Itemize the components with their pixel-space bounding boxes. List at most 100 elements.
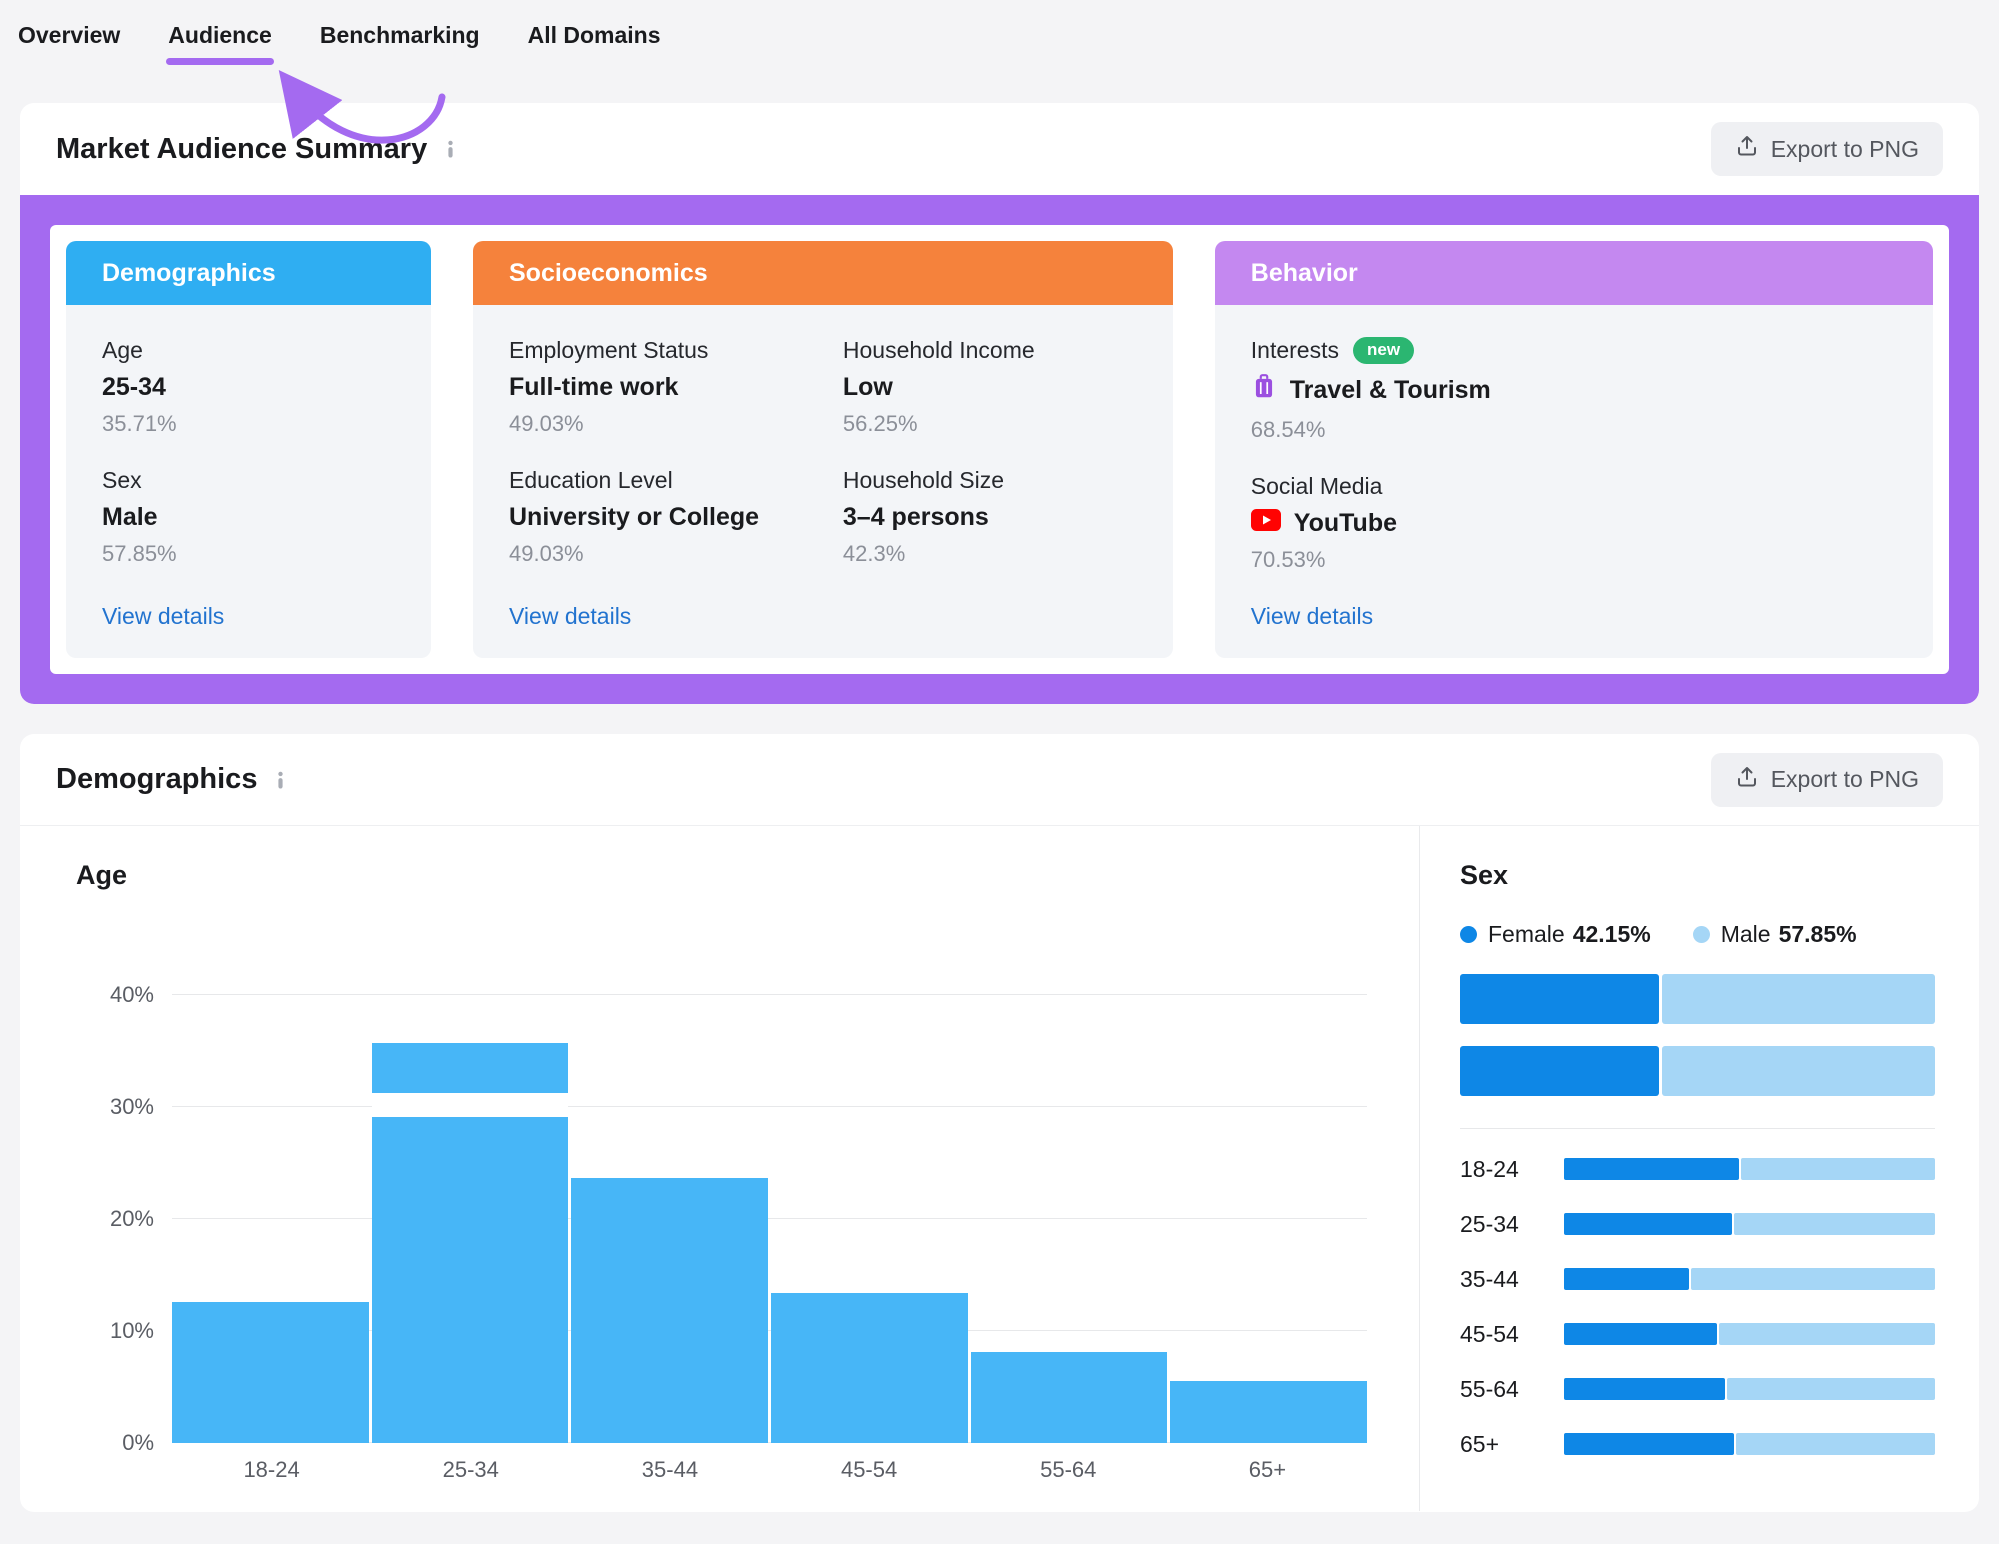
female-segment (1564, 1268, 1690, 1290)
tab-all-domains[interactable]: All Domains (528, 22, 661, 49)
y-axis-label: 40% (109, 982, 154, 1007)
stat-value: Male (102, 503, 158, 531)
age-bar-55-64[interactable] (970, 1352, 1168, 1443)
summary-purple-frame: Demographics Age 25-34 35.71% Sex Male 5… (20, 195, 1979, 704)
sex-row-bar[interactable] (1564, 1158, 1935, 1180)
sex-row-45-54: 45-54 (1460, 1320, 1935, 1347)
sex-row-label: 18-24 (1460, 1155, 1519, 1182)
x-axis-label: 25-34 (442, 1457, 499, 1482)
stat-percent: 35.71% (102, 411, 177, 436)
bar-column (1170, 923, 1368, 1443)
stat-value: University or College (509, 503, 760, 531)
socioeconomics-subcard-body: Employment Status Full-time work 49.03% … (473, 305, 1173, 658)
legend-female[interactable]: Female 42.15% (1460, 921, 1651, 948)
female-segment (1564, 1213, 1732, 1235)
stat-interests: Interests new Travel & Tourism 68.54% (1251, 337, 1897, 443)
x-axis-label: 18-24 (243, 1457, 300, 1482)
male-segment (1733, 1213, 1935, 1235)
stat-label: Age (102, 337, 143, 363)
age-bar-35-44[interactable] (571, 1177, 769, 1443)
market-audience-summary-card: Market Audience Summary Export to PNG De… (20, 103, 1979, 704)
stat-value: 25-34 (102, 373, 166, 401)
socioeconomics-subcard-header: Socioeconomics (473, 241, 1173, 305)
bar-column (771, 923, 968, 1443)
luggage-icon (1251, 373, 1277, 408)
sex-row-bar[interactable] (1564, 1433, 1935, 1455)
stat-label: Employment Status (509, 337, 709, 363)
legend-dot (1692, 926, 1710, 943)
female-segment (1564, 1378, 1725, 1400)
stat-label: Social Media (1250, 473, 1383, 499)
tab-label: Audience (168, 22, 272, 48)
sex-section: Sex Female 42.15% Male 57.85% 18-24 25-34 35-… (1419, 826, 1979, 1511)
bar-column (172, 923, 369, 1443)
bar-split-gap (371, 1093, 569, 1118)
stat-label: Education Level (509, 467, 673, 493)
sex-row-bar[interactable] (1564, 1213, 1935, 1235)
stat-household-income: Household Income Low 56.25% (843, 337, 1137, 437)
sex-row-bar[interactable] (1564, 1268, 1935, 1290)
age-bar-65+[interactable] (1170, 1381, 1368, 1443)
sex-row-65+: 65+ (1460, 1430, 1935, 1457)
sex-row-55-64: 55-64 (1460, 1376, 1935, 1402)
sex-overall-bar[interactable] (1460, 1046, 1935, 1096)
subcard-title: Socioeconomics (509, 258, 708, 287)
demographics-subcard-body: Age 25-34 35.71% Sex Male 57.85% View de… (66, 305, 431, 658)
sex-row-label: 65+ (1460, 1430, 1500, 1457)
age-chart-ylabels: 0% 10% 20% 30% 40% (76, 923, 154, 1455)
sex-row-label: 35-44 (1460, 1265, 1519, 1292)
tab-benchmarking[interactable]: Benchmarking (320, 22, 480, 49)
view-details-link[interactable]: View details (509, 603, 1137, 630)
tab-label: Overview (18, 22, 121, 48)
info-icon[interactable] (271, 770, 290, 790)
sex-row-bar[interactable] (1564, 1378, 1935, 1400)
view-details-link[interactable]: View details (1251, 603, 1897, 630)
subcard-title: Demographics (102, 258, 276, 287)
legend-male[interactable]: Male 57.85% (1692, 921, 1857, 948)
age-bar-25-34[interactable] (371, 1043, 569, 1443)
youtube-icon (1250, 509, 1281, 538)
info-icon[interactable] (441, 139, 460, 159)
stat-household-size: Household Size 3–4 persons 42.3% (843, 467, 1137, 567)
stat-label: Sex (102, 467, 142, 493)
sex-overall-bar[interactable] (1460, 974, 1935, 1024)
export-png-button[interactable]: Export to PNG (1710, 122, 1943, 176)
x-axis-label: 55-64 (1040, 1457, 1097, 1482)
sex-row-label: 45-54 (1460, 1320, 1519, 1347)
x-axis-label: 35-44 (641, 1457, 699, 1482)
sex-legend: Female 42.15% Male 57.85% (1460, 921, 1935, 948)
demographics-panel-title: Demographics (56, 763, 258, 795)
behavior-subcard-body: Interests new Travel & Tourism 68.54% So (1214, 305, 1933, 658)
age-bar-45-54[interactable] (771, 1292, 968, 1443)
stat-value: Travel & Tourism (1251, 373, 1897, 408)
stat-percent: 56.25% (842, 411, 918, 436)
active-tab-underline (166, 58, 274, 65)
tab-overview[interactable]: Overview (18, 22, 120, 49)
x-axis-label: 65+ (1248, 1457, 1287, 1482)
stat-label: Household Income (842, 337, 1035, 363)
y-axis-label: 10% (109, 1318, 154, 1343)
legend-dot (1460, 926, 1477, 943)
stat-sex: Sex Male 57.85% (102, 467, 395, 567)
stat-percent: 42.3% (842, 541, 906, 566)
demographics-panel-body: Age 0% 10% 20% 30% 40% 18-24 25-34 35-44 45-54 5… (20, 826, 1979, 1511)
stat-percent: 57.85% (102, 541, 177, 566)
interest-value: Travel & Tourism (1289, 376, 1491, 404)
male-segment (1719, 1323, 1935, 1345)
stat-value: Low (842, 373, 893, 401)
sex-row-bar[interactable] (1564, 1323, 1935, 1345)
export-icon (1735, 765, 1759, 795)
export-png-button[interactable]: Export to PNG (1710, 752, 1943, 807)
age-bar-18-24[interactable] (172, 1301, 369, 1443)
legend-value: 57.85% (1778, 921, 1857, 947)
export-label: Export to PNG (1770, 766, 1919, 792)
top-nav: Overview Audience Benchmarking All Domai… (0, 0, 1999, 65)
tab-audience[interactable]: Audience (166, 22, 274, 65)
demographics-subcard: Demographics Age 25-34 35.71% Sex Male 5… (66, 241, 431, 658)
view-details-link[interactable]: View details (102, 603, 395, 630)
behavior-subcard: Behavior Interests new Travel & Tourism (1214, 241, 1933, 658)
y-axis-label: 30% (109, 1094, 154, 1119)
sex-overall-bars (1460, 974, 1935, 1096)
female-segment (1460, 974, 1659, 1024)
legend-name: Male (1720, 921, 1771, 947)
